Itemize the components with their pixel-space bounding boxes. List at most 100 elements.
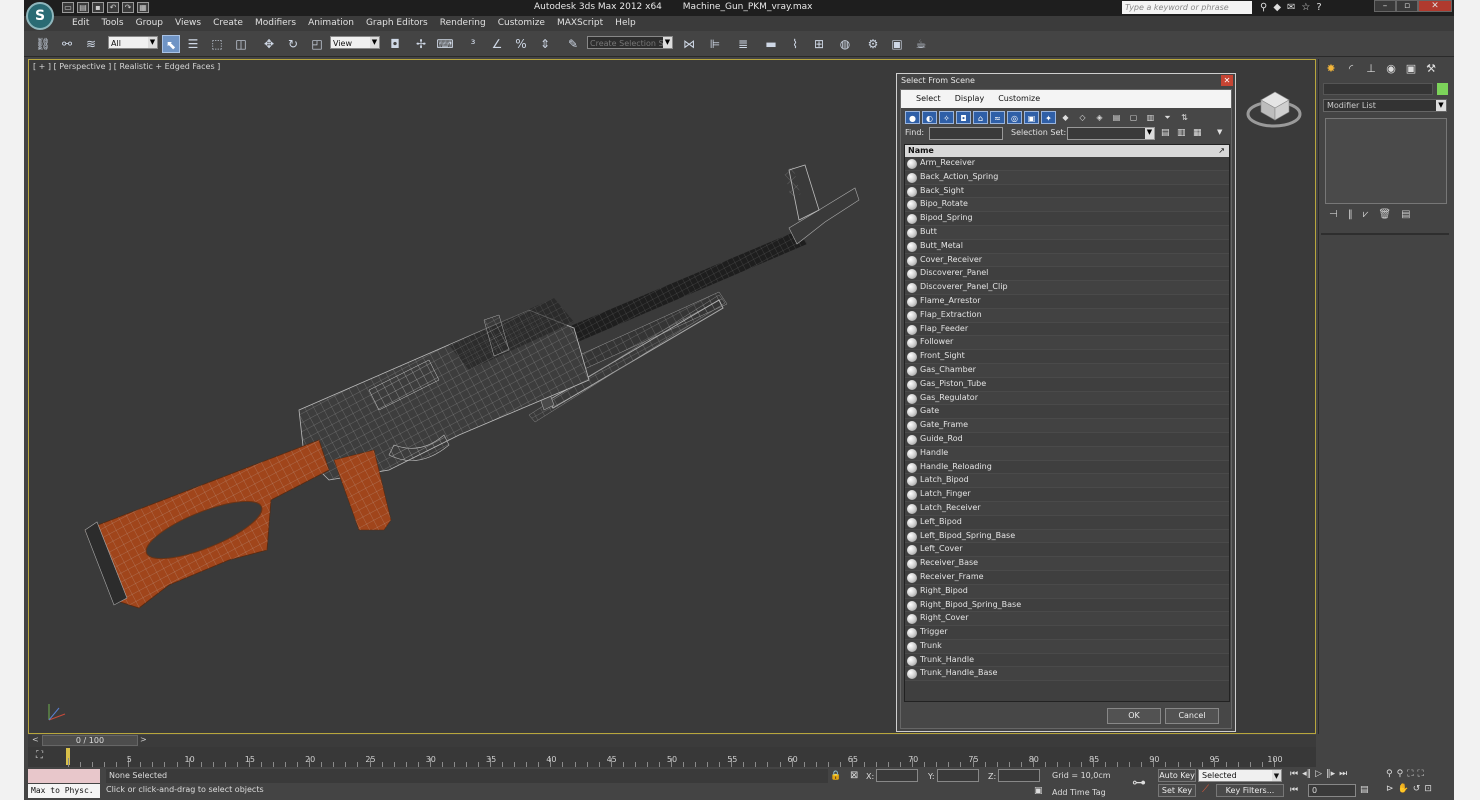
layer-manager-icon[interactable]: ≣ bbox=[734, 35, 752, 53]
keyboard-shortcut-icon[interactable]: ⌨ bbox=[436, 35, 454, 53]
menu-animation[interactable]: Animation bbox=[302, 16, 360, 31]
dialog-title-bar[interactable]: Select From Scene ✕ bbox=[897, 74, 1235, 88]
dialog-menu-customize[interactable]: Customize bbox=[991, 90, 1047, 108]
select-by-name-icon[interactable]: ☰ bbox=[184, 35, 202, 53]
selection-set-dropdown[interactable]: ▼ bbox=[1067, 127, 1155, 140]
x-coordinate-field[interactable] bbox=[876, 769, 918, 782]
options-arrow-icon[interactable]: ▼ bbox=[1217, 128, 1222, 136]
set-key-button[interactable]: Set Key bbox=[1158, 784, 1196, 797]
key-mode-dropdown[interactable]: Selected ▼ bbox=[1198, 769, 1282, 782]
hierarchy-tab-icon[interactable]: ⊥ bbox=[1363, 61, 1379, 77]
select-none-icon[interactable]: ▢ bbox=[1126, 111, 1141, 124]
helpers-filter-icon[interactable]: ⌂ bbox=[973, 111, 988, 124]
cancel-button[interactable]: Cancel bbox=[1165, 708, 1219, 724]
close-button[interactable]: ✕ bbox=[1418, 0, 1452, 12]
key-filters-button[interactable]: Key Filters... bbox=[1216, 784, 1284, 797]
bind-space-warp-icon[interactable]: ≋ bbox=[82, 35, 100, 53]
time-slider-thumb[interactable]: 0 / 100 bbox=[42, 735, 138, 746]
list-item[interactable]: Right_Bipod bbox=[905, 584, 1229, 599]
add-to-set-icon[interactable]: ▥ bbox=[1177, 128, 1186, 138]
list-item[interactable]: Front_Sight bbox=[905, 350, 1229, 364]
select-object-icon[interactable]: ⬉ bbox=[162, 35, 180, 53]
time-slider-left-arrow[interactable]: < bbox=[32, 735, 39, 744]
select-and-manipulate-icon[interactable]: ✢ bbox=[412, 35, 430, 53]
motion-tab-icon[interactable]: ◉ bbox=[1383, 61, 1399, 77]
snaps-toggle-icon[interactable]: ³ bbox=[464, 35, 482, 53]
list-item[interactable]: Trunk bbox=[905, 639, 1229, 654]
list-item[interactable]: Gate bbox=[905, 405, 1229, 420]
groups-filter-icon[interactable]: ◎ bbox=[1007, 111, 1022, 124]
list-item[interactable]: Back_Sight bbox=[905, 185, 1229, 199]
zoom-extents-icon[interactable]: ⛶ bbox=[1407, 769, 1413, 779]
list-item[interactable]: Bipo_Rotate bbox=[905, 198, 1229, 213]
pin-stack-icon[interactable]: ⊣ bbox=[1329, 209, 1338, 220]
zoom-all-icon[interactable]: ⚲ bbox=[1397, 769, 1404, 779]
list-item[interactable]: Receiver_Frame bbox=[905, 571, 1229, 585]
track-bar[interactable]: ⛶ 5 10 15 20 25 30 35 40 45 50 55 60 65 70 75 80 85 90 95 1… bbox=[28, 747, 1316, 767]
menu-graph-editors[interactable]: Graph Editors bbox=[360, 16, 434, 31]
sync-selection-icon[interactable]: ⇅ bbox=[1177, 111, 1192, 124]
search-input[interactable]: Type a keyword or phrase bbox=[1122, 1, 1252, 14]
render-setup-icon[interactable]: ⚙ bbox=[864, 35, 882, 53]
angle-snap-icon[interactable]: ∠ bbox=[488, 35, 506, 53]
lights-filter-icon[interactable]: ✧ bbox=[939, 111, 954, 124]
next-frame-icon[interactable]: ‖▸ bbox=[1326, 769, 1335, 779]
percent-snap-icon[interactable]: % bbox=[512, 35, 530, 53]
transform-mode-icon[interactable]: ⊠ bbox=[850, 770, 858, 781]
pivot-center-icon[interactable]: ◘ bbox=[386, 35, 404, 53]
list-item[interactable]: Handle_Reloading bbox=[905, 461, 1229, 475]
auto-key-button[interactable]: Auto Key bbox=[1158, 769, 1196, 782]
edit-named-selection-icon[interactable]: ✎ bbox=[564, 35, 582, 53]
list-item[interactable]: Flap_Feeder bbox=[905, 323, 1229, 337]
show-end-result-icon[interactable]: ‖ bbox=[1348, 209, 1353, 220]
name-column-header[interactable]: Name ↗ bbox=[905, 145, 1229, 157]
communication-icon[interactable]: ✉ bbox=[1287, 2, 1295, 13]
rotate-icon[interactable]: ↻ bbox=[284, 35, 302, 53]
list-item[interactable]: Gate_Frame bbox=[905, 419, 1229, 433]
previous-frame-icon[interactable]: ◂‖ bbox=[1302, 769, 1311, 779]
subscription-icon[interactable]: ◆ bbox=[1273, 2, 1281, 13]
mini-curve-editor-icon[interactable]: ⛶ bbox=[36, 750, 43, 761]
menu-maxscript[interactable]: MAXScript bbox=[551, 16, 609, 31]
minimize-button[interactable]: – bbox=[1374, 0, 1396, 12]
z-coordinate-field[interactable] bbox=[998, 769, 1040, 782]
field-of-view-icon[interactable]: ⊳ bbox=[1386, 784, 1394, 794]
undo-icon[interactable]: ↶ bbox=[107, 2, 119, 13]
open-file-icon[interactable]: ▤ bbox=[77, 2, 89, 13]
project-folder-icon[interactable]: ▦ bbox=[137, 2, 149, 13]
selection-filter-dropdown[interactable]: All ▼ bbox=[108, 36, 158, 49]
time-slider[interactable]: < 0 / 100 > bbox=[28, 735, 1316, 747]
maxscript-mini-listener[interactable]: Max to Physc. bbox=[28, 784, 100, 798]
bones-filter-icon[interactable]: ✦ bbox=[1041, 111, 1056, 124]
list-item[interactable]: Right_Cover bbox=[905, 612, 1229, 627]
reference-coordinate-dropdown[interactable]: View ▼ bbox=[330, 36, 380, 49]
named-selection-set-dropdown[interactable]: Create Selection Se ▼ bbox=[587, 36, 673, 49]
scale-icon[interactable]: ◰ bbox=[308, 35, 326, 53]
list-item[interactable]: Back_Action_Spring bbox=[905, 170, 1229, 185]
menu-customize[interactable]: Customize bbox=[492, 16, 551, 31]
go-to-start-icon[interactable]: ⏮ bbox=[1290, 769, 1298, 779]
menu-edit[interactable]: Edit bbox=[66, 16, 95, 31]
menu-tools[interactable]: Tools bbox=[95, 16, 129, 31]
menu-help[interactable]: Help bbox=[609, 16, 642, 31]
scene-object-list[interactable]: Name ↗ Arm_Receiver Back_Action_Spring Bac… bbox=[904, 144, 1230, 702]
rendered-frame-window-icon[interactable]: ▣ bbox=[888, 35, 906, 53]
list-item[interactable]: Trunk_Handle_Base bbox=[905, 667, 1229, 682]
list-item[interactable]: Latch_Finger bbox=[905, 488, 1229, 502]
mirror-icon[interactable]: ⋈ bbox=[680, 35, 698, 53]
menu-group[interactable]: Group bbox=[130, 16, 169, 31]
list-item[interactable]: Trigger bbox=[905, 626, 1229, 640]
material-editor-icon[interactable]: ◍ bbox=[836, 35, 854, 53]
xrefs-filter-icon[interactable]: ▣ bbox=[1024, 111, 1039, 124]
list-item[interactable]: Discoverer_Panel bbox=[905, 267, 1229, 282]
modifier-list-dropdown[interactable]: Modifier List ▼ bbox=[1323, 99, 1447, 112]
list-item[interactable]: Bipod_Spring bbox=[905, 212, 1229, 226]
set-key-icon[interactable]: ⟋ bbox=[1202, 784, 1209, 795]
dialog-close-button[interactable]: ✕ bbox=[1221, 75, 1233, 86]
list-item[interactable]: Gas_Chamber bbox=[905, 363, 1229, 378]
link-icon[interactable]: ⛓ bbox=[34, 35, 52, 53]
list-item[interactable]: Latch_Bipod bbox=[905, 474, 1229, 489]
remove-modifier-icon[interactable]: 🗑 bbox=[1378, 209, 1391, 220]
list-item[interactable]: Flame_Arrestor bbox=[905, 295, 1229, 309]
select-invert-icon[interactable]: ▥ bbox=[1143, 111, 1158, 124]
